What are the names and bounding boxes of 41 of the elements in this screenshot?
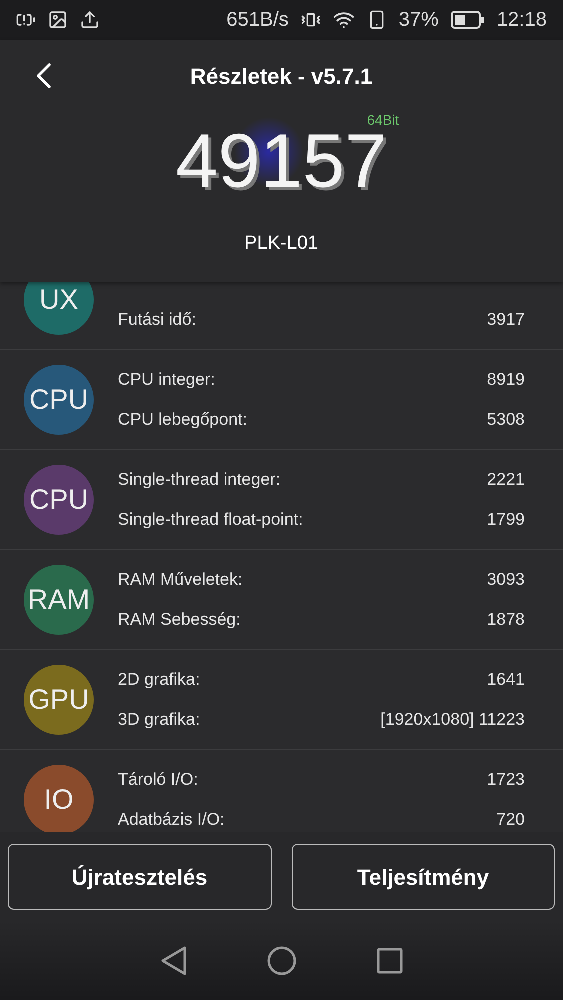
category-icon: UX [24,282,94,334]
device-name: PLK-L01 [244,232,318,256]
metric-value: 1878 [487,608,525,630]
metric-label: CPU lebegőpont: [118,408,248,430]
category-icon: CPU [24,364,94,434]
battery-icon [450,11,485,29]
metric-label: RAM Sebesség: [118,608,241,630]
home-icon[interactable] [266,946,296,976]
metric-label: Tároló I/O: [118,769,198,791]
battery-percent: 37% [398,8,439,33]
action-button[interactable]: Újratesztelés [8,844,272,910]
network-speed: 651B/s [226,8,289,33]
metric-value: 1799 [487,508,525,530]
metric-value: 3093 [487,569,525,591]
page-title: Részletek - v5.7.1 [190,62,373,90]
metric-label: 3D grafika: [118,708,200,730]
metric-value: 1723 [487,769,525,791]
metric-value: 3917 [487,308,525,331]
metric-value: [1920x1080] 11223 [380,708,525,730]
metric-value: 5308 [487,408,525,430]
category-icon: RAM [24,564,94,634]
category-icon: IO [24,764,94,832]
metric-label: 2D grafika: [118,669,200,691]
metric-value: 2221 [487,469,525,491]
category-icon: CPU [24,464,94,534]
metric-label: Adatbázis I/O: [118,808,225,830]
metric-label: Single-thread integer: [118,469,281,491]
metric-value: 8919 [487,369,525,391]
metric-label: Futási idő: [118,308,196,331]
metric-label: Single-thread float-point: [118,508,304,530]
clock: 12:18 [496,8,547,33]
upload-icon [80,10,100,30]
category-icon: GPU [24,664,94,734]
image-icon [48,10,68,30]
metric-value: 1641 [487,669,525,691]
back-icon[interactable] [160,946,186,976]
action-button[interactable]: Teljesítmény [292,844,555,910]
metric-label: CPU integer: [118,369,216,391]
metric-label: RAM Műveletek: [118,569,243,591]
recents-icon[interactable] [376,948,402,974]
metric-value: 720 [496,808,525,830]
